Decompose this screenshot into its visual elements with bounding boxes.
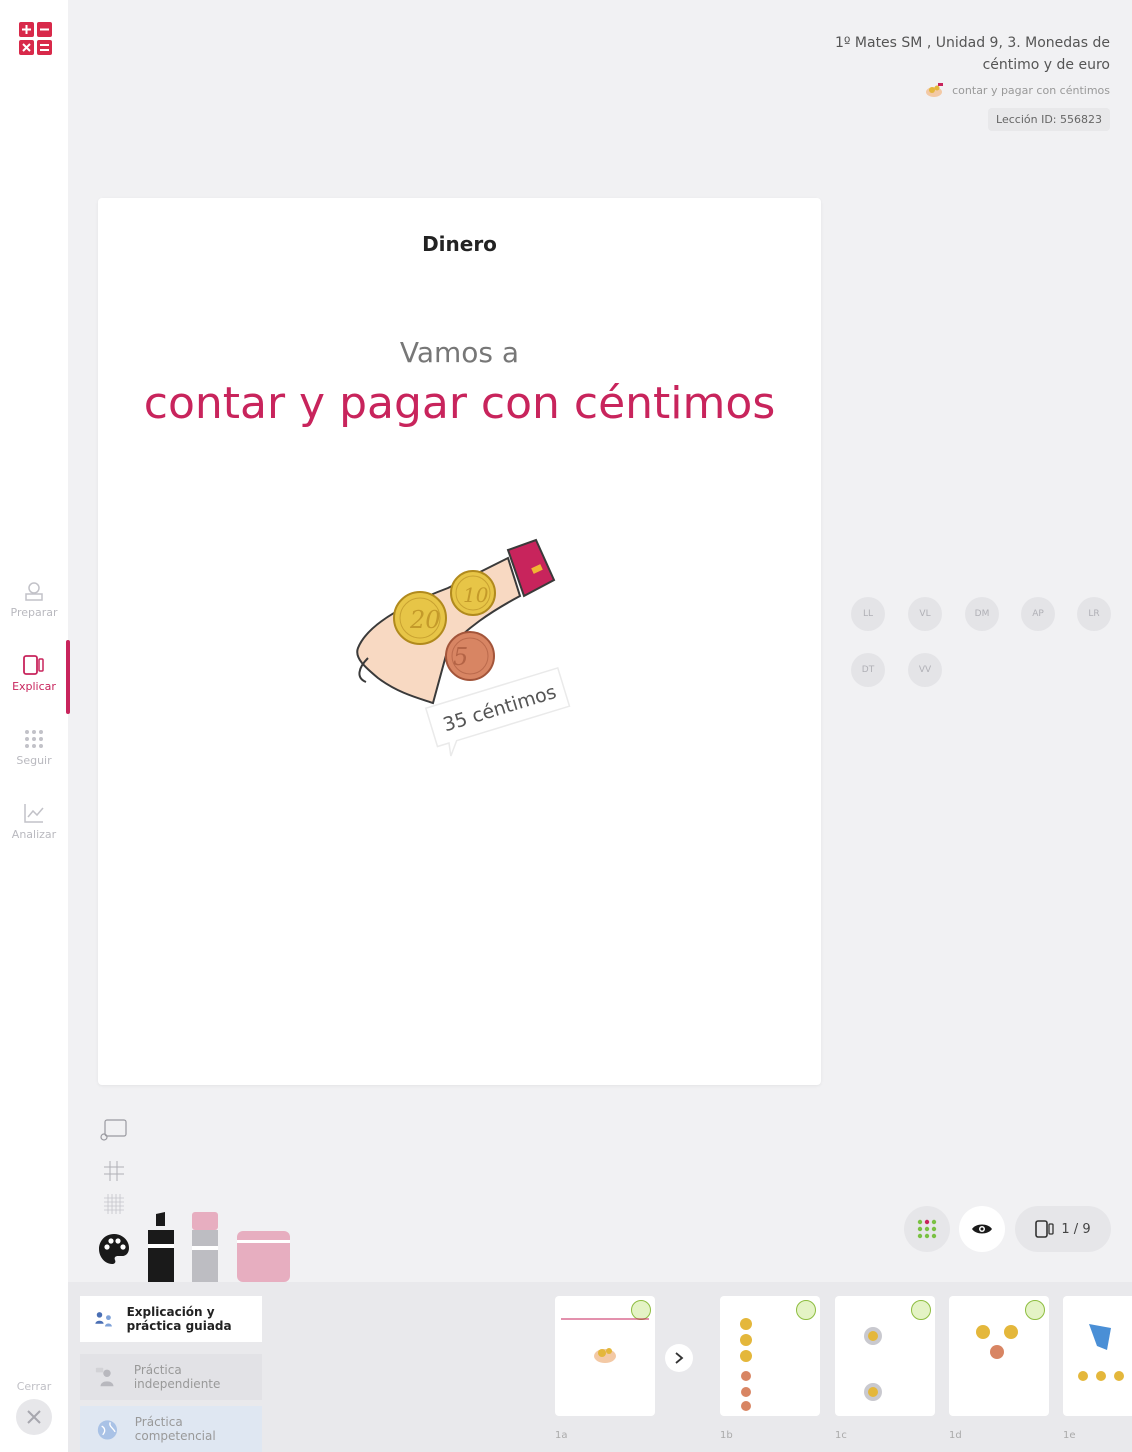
student-avatar[interactable]: VL bbox=[908, 597, 942, 631]
slide-title: Dinero bbox=[422, 232, 497, 256]
lesson-row: contar y pagar con céntimos bbox=[810, 82, 1110, 98]
coin-10-label: 10 bbox=[463, 583, 489, 607]
thumbnail-coins-icon bbox=[1078, 1324, 1124, 1381]
student-grid-button[interactable] bbox=[904, 1206, 950, 1252]
independent-practice-icon bbox=[95, 1367, 114, 1387]
phase-label: Explicación y práctica guiada bbox=[126, 1305, 232, 1333]
color-dots-grid-icon bbox=[917, 1219, 937, 1239]
slide-thumbnail[interactable] bbox=[555, 1296, 655, 1416]
explain-icon bbox=[23, 655, 44, 675]
eraser-icon[interactable] bbox=[236, 1230, 291, 1282]
grid-large-icon[interactable] bbox=[103, 1160, 125, 1182]
coin-20-label: 20 bbox=[409, 606, 441, 634]
highlighter-icon[interactable] bbox=[190, 1210, 220, 1282]
slide-subtitle: Vamos a bbox=[399, 336, 520, 369]
lesson-thumbnail-icon bbox=[926, 83, 944, 97]
thumbnail-badge-icon bbox=[911, 1300, 931, 1320]
phase-explicacion[interactable]: Explicación y práctica guiada bbox=[80, 1296, 262, 1342]
palette-icon[interactable] bbox=[97, 1232, 131, 1266]
nav-label: Preparar bbox=[10, 606, 58, 619]
thumbnail-hand-icon bbox=[594, 1348, 616, 1363]
coin-5-label: 5 bbox=[453, 643, 468, 671]
thumbnail-label: 1d bbox=[949, 1430, 962, 1441]
thumbnail-label: 1c bbox=[835, 1430, 847, 1441]
group-explanation-icon bbox=[95, 1312, 112, 1327]
thumbnail-badge-icon bbox=[796, 1300, 816, 1320]
page-counter-button[interactable]: 1 / 9 bbox=[1015, 1206, 1111, 1252]
hand-with-coins-illustration: 20 10 5 35 céntimos bbox=[356, 538, 571, 757]
student-avatar[interactable]: AP bbox=[1021, 597, 1055, 631]
lesson-header: 1º Mates SM , Unidad 9, 3. Monedas de cé… bbox=[810, 32, 1110, 131]
student-avatar[interactable]: LL bbox=[851, 597, 885, 631]
follow-grid-icon bbox=[25, 730, 43, 748]
slide-thumbnail[interactable] bbox=[720, 1296, 820, 1416]
nav-label: Explicar bbox=[12, 680, 56, 693]
phase-independiente[interactable]: Práctica independiente bbox=[80, 1354, 262, 1400]
nav-seguir[interactable]: Seguir bbox=[0, 728, 68, 767]
marker-pen-icon[interactable] bbox=[145, 1212, 177, 1282]
phase-label: Práctica competencial bbox=[134, 1415, 216, 1443]
close-area: Cerrar bbox=[0, 1380, 68, 1435]
eye-icon bbox=[972, 1224, 992, 1234]
nav-active-indicator bbox=[66, 640, 70, 714]
thumbnail-coins-icon bbox=[864, 1327, 882, 1401]
slide-thumbnail[interactable] bbox=[1063, 1296, 1132, 1416]
thumbnail-label: 1e bbox=[1063, 1430, 1076, 1441]
analyze-chart-icon bbox=[24, 804, 44, 823]
nav-preparar[interactable]: Preparar bbox=[0, 580, 68, 619]
next-slide-button[interactable] bbox=[665, 1344, 693, 1372]
student-avatar[interactable]: VV bbox=[908, 653, 942, 687]
student-avatar[interactable]: DT bbox=[851, 653, 885, 687]
thumbnail-badge-icon bbox=[1025, 1300, 1045, 1320]
phase-label: Práctica independiente bbox=[133, 1363, 221, 1391]
thumbnail-label: 1b bbox=[720, 1430, 733, 1441]
globe-icon bbox=[97, 1420, 118, 1440]
slide-main-heading: contar y pagar con céntimos bbox=[143, 378, 776, 429]
screen-cast-icon[interactable] bbox=[100, 1118, 128, 1142]
nav-explicar[interactable]: Explicar bbox=[0, 654, 68, 693]
nav-label: Analizar bbox=[11, 828, 57, 841]
chevron-right-icon bbox=[675, 1352, 684, 1364]
slide-thumbnail[interactable] bbox=[949, 1296, 1049, 1416]
thumbnail-coins-icon bbox=[740, 1318, 752, 1411]
nav-label: Seguir bbox=[16, 754, 52, 767]
close-icon bbox=[27, 1410, 41, 1424]
thumbnail-badge-icon bbox=[631, 1300, 651, 1320]
page-counter: 1 / 9 bbox=[1061, 1221, 1091, 1237]
sidebar: Preparar Explicar Seguir Analizar Cerrar bbox=[0, 0, 70, 1452]
preview-button[interactable] bbox=[959, 1206, 1005, 1252]
slide-canvas: Dinero Vamos a contar y pagar con céntim… bbox=[98, 198, 821, 1085]
close-button[interactable] bbox=[16, 1399, 52, 1435]
prepare-icon bbox=[25, 582, 43, 601]
thumbnail-coins-icon bbox=[976, 1325, 1018, 1359]
math-app-logo-icon[interactable] bbox=[19, 22, 52, 55]
close-label: Cerrar bbox=[16, 1380, 52, 1393]
lesson-name: contar y pagar con céntimos bbox=[952, 83, 1110, 97]
course-breadcrumb: 1º Mates SM , Unidad 9, 3. Monedas de cé… bbox=[834, 35, 1110, 73]
nav-analizar[interactable]: Analizar bbox=[0, 802, 68, 841]
slide-thumbnail[interactable] bbox=[835, 1296, 935, 1416]
lesson-id-badge: Lección ID: 556823 bbox=[988, 108, 1110, 131]
slide-icon bbox=[1035, 1220, 1055, 1238]
grid-small-icon[interactable] bbox=[103, 1193, 125, 1215]
phase-competencial[interactable]: Práctica competencial bbox=[80, 1406, 262, 1452]
student-avatar[interactable]: DM bbox=[965, 597, 999, 631]
student-avatar[interactable]: LR bbox=[1077, 597, 1111, 631]
thumbnail-label: 1a bbox=[555, 1430, 568, 1441]
